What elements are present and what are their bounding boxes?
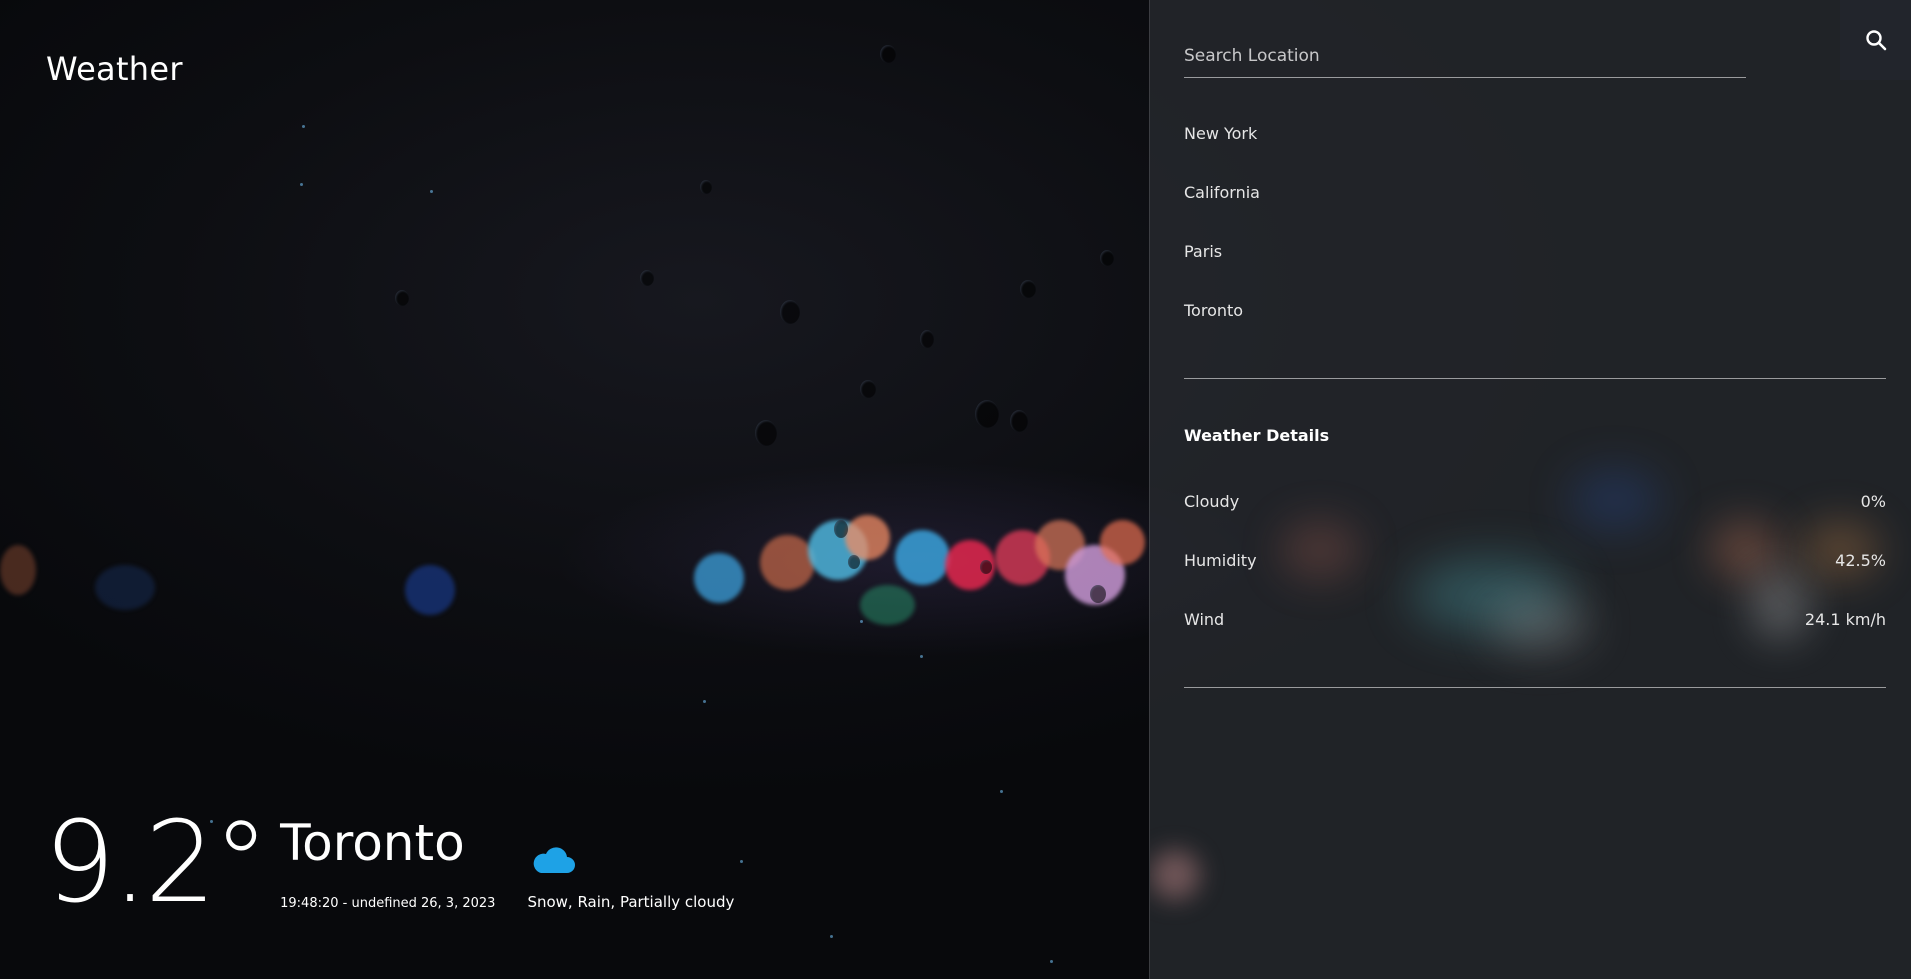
- detail-value: 24.1 km/h: [1804, 610, 1886, 629]
- details-title: Weather Details: [1184, 426, 1330, 445]
- temperature: 9.2°: [44, 798, 269, 928]
- detail-label: Wind: [1184, 610, 1225, 629]
- city-block: Toronto 19:48:20 - undefined 26, 3, 2023: [280, 818, 495, 911]
- date-time: 19:48:20 - undefined 26, 3, 2023: [280, 896, 496, 911]
- detail-row-cloudy: Cloudy 0%: [1184, 492, 1886, 551]
- condition-text: Snow, Rain, Partially cloudy: [527, 893, 735, 911]
- location-item-toronto[interactable]: Toronto: [1184, 301, 1260, 360]
- detail-row-wind: Wind 24.1 km/h: [1184, 610, 1886, 669]
- weather-app: Weather 9.2° Toronto 19:48:20 - undefine…: [0, 0, 1911, 979]
- detail-label: Humidity: [1184, 551, 1257, 570]
- panel-backdrop: [1150, 0, 1911, 979]
- location-item-california[interactable]: California: [1184, 183, 1260, 242]
- cloud-icon: [534, 847, 576, 873]
- detail-value: 0%: [1860, 492, 1886, 511]
- condition-block: Snow, Rain, Partially cloudy: [527, 843, 734, 911]
- detail-label: Cloudy: [1184, 492, 1240, 511]
- detail-value: 42.5%: [1835, 551, 1886, 570]
- location-list: New York California Paris Toronto: [1184, 124, 1260, 360]
- location-item-paris[interactable]: Paris: [1184, 242, 1260, 301]
- search-icon: [1865, 30, 1886, 51]
- search-input[interactable]: [1184, 38, 1746, 78]
- divider: [1184, 378, 1886, 379]
- location-item-new-york[interactable]: New York: [1184, 124, 1260, 183]
- app-title: Weather: [46, 50, 183, 88]
- divider: [1184, 687, 1886, 688]
- weather-details-list: Cloudy 0% Humidity 42.5% Wind 24.1 km/h: [1184, 492, 1886, 669]
- search-button[interactable]: [1840, 0, 1911, 80]
- detail-row-humidity: Humidity 42.5%: [1184, 551, 1886, 610]
- search-row: [1184, 38, 1746, 78]
- side-panel: New York California Paris Toronto Weathe…: [1149, 0, 1911, 979]
- current-weather: 9.2° Toronto 19:48:20 - undefined 26, 3,…: [44, 807, 734, 919]
- city-name: Toronto: [280, 814, 465, 872]
